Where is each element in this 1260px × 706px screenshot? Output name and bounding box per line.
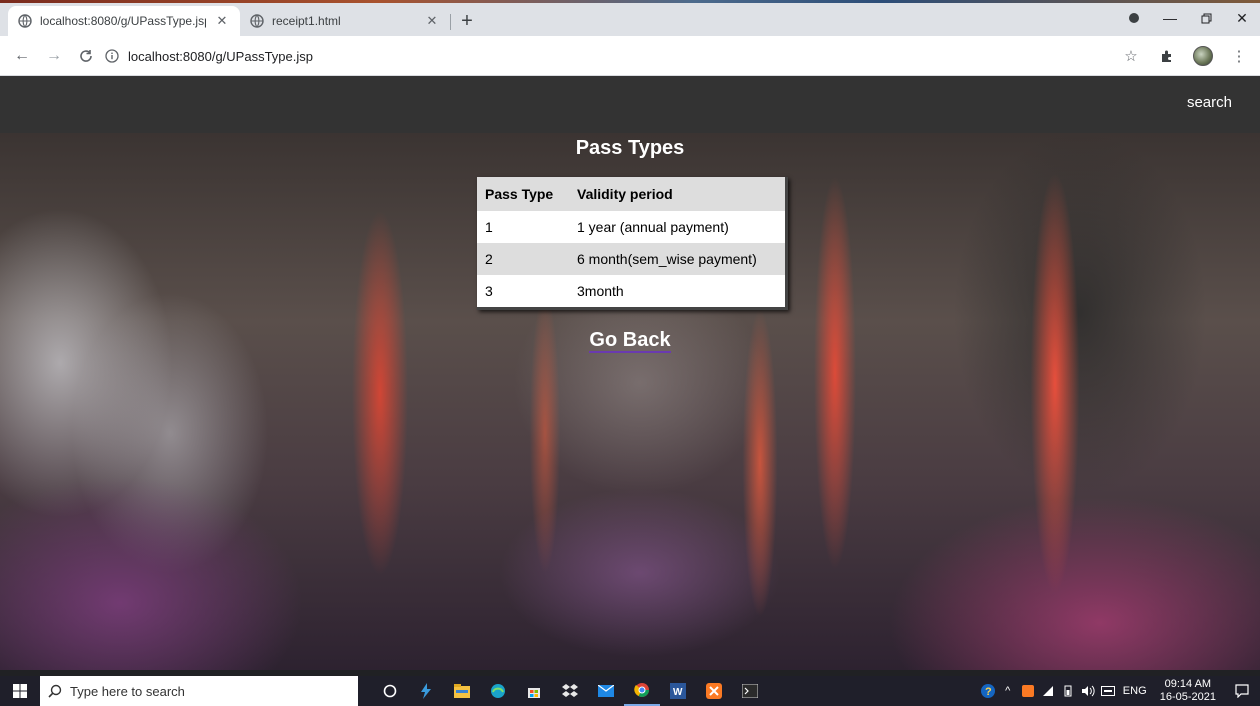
xampp-icon[interactable] [696, 676, 732, 706]
language-indicator[interactable]: ENG [1118, 676, 1152, 706]
profile-dot-icon[interactable] [1116, 0, 1152, 36]
close-icon[interactable]: ✕ [424, 13, 440, 29]
cell-pass-type: 1 [477, 211, 569, 243]
clock-time: 09:14 AM [1164, 678, 1212, 690]
tab-receipt1[interactable]: receipt1.html ✕ [240, 6, 450, 36]
extensions-puzzle-icon[interactable] [1156, 45, 1178, 67]
svg-text:W: W [673, 687, 683, 698]
help-question-icon[interactable]: ? [978, 676, 998, 706]
restore-icon[interactable] [1188, 0, 1224, 36]
dropbox-icon[interactable] [552, 676, 588, 706]
bookmark-star-icon[interactable]: ☆ [1120, 45, 1142, 67]
reload-icon[interactable] [74, 44, 98, 68]
taskbar-search-placeholder: Type here to search [70, 683, 185, 699]
notifications-icon[interactable] [1224, 676, 1260, 706]
page-viewport: search Pass Types Pass Type Validity per… [0, 76, 1260, 670]
search-link[interactable]: search [1187, 94, 1232, 111]
table-row: 3 3month [477, 275, 785, 307]
column-header-validity-period: Validity period [569, 177, 785, 211]
tab-title: receipt1.html [272, 14, 341, 28]
chrome-browser-icon[interactable] [624, 676, 660, 706]
battery-icon[interactable] [1058, 676, 1078, 706]
cell-pass-type: 3 [477, 275, 569, 307]
globe-icon [250, 14, 264, 28]
vscode-bolt-icon[interactable] [408, 676, 444, 706]
close-icon[interactable]: ✕ [214, 13, 230, 29]
browser-tabstrip: localhost:8080/g/UPassType.jsp ✕ receipt… [0, 0, 1260, 36]
minimize-icon[interactable]: — [1152, 0, 1188, 36]
window-controls: — ✕ [1116, 0, 1260, 36]
taskbar-clock[interactable]: 09:14 AM 16-05-2021 [1152, 678, 1224, 704]
pass-types-section: Pass Types Pass Type Validity period 1 1… [0, 133, 1260, 670]
chevron-up-icon[interactable]: ^ [998, 676, 1018, 706]
taskbar-search-box[interactable]: Type here to search [40, 676, 358, 706]
tab-separator [450, 14, 451, 30]
go-back-container: Go Back [0, 329, 1260, 353]
terminal-icon[interactable] [732, 676, 768, 706]
address-bar[interactable]: localhost:8080/g/UPassType.jsp [104, 42, 1104, 70]
toolbar-actions: ☆ ⋮ [1120, 44, 1250, 68]
menu-dots-icon[interactable]: ⋮ [1228, 45, 1250, 67]
top-navbar: search [0, 76, 1260, 133]
globe-icon [18, 14, 32, 28]
table-row: 2 6 month(sem_wise payment) [477, 243, 785, 275]
cell-validity-period: 3month [569, 275, 785, 307]
bus-background-image: Pass Types Pass Type Validity period 1 1… [0, 133, 1260, 670]
cell-pass-type: 2 [477, 243, 569, 275]
tabstrip-accent [0, 0, 1260, 3]
new-tab-button[interactable]: + [455, 9, 479, 33]
svg-text:?: ? [985, 686, 992, 698]
edge-browser-icon[interactable] [480, 676, 516, 706]
windows-taskbar: Type here to search W ? ^ ENG 09:14 AM 1… [0, 676, 1260, 706]
cell-validity-period: 1 year (annual payment) [569, 211, 785, 243]
wifi-icon[interactable] [1038, 676, 1058, 706]
info-icon[interactable] [104, 48, 120, 64]
table-header-row: Pass Type Validity period [477, 177, 785, 211]
word-app-icon[interactable]: W [660, 676, 696, 706]
go-back-link[interactable]: Go Back [589, 329, 671, 353]
tab-title: localhost:8080/g/UPassType.jsp [40, 14, 206, 28]
taskbar-apps: W [372, 676, 768, 706]
windows-start-icon[interactable] [0, 676, 40, 706]
pass-types-table-wrapper: Pass Type Validity period 1 1 year (annu… [477, 177, 788, 310]
pass-types-table: Pass Type Validity period 1 1 year (annu… [477, 177, 785, 307]
tab-upasstype[interactable]: localhost:8080/g/UPassType.jsp ✕ [8, 6, 240, 36]
mail-envelope-icon[interactable] [588, 676, 624, 706]
forward-arrow-icon[interactable]: → [42, 44, 66, 68]
cell-validity-period: 6 month(sem_wise payment) [569, 243, 785, 275]
search-icon [40, 676, 70, 706]
page-title: Pass Types [575, 137, 685, 159]
profile-avatar[interactable] [1192, 45, 1214, 67]
table-row: 1 1 year (annual payment) [477, 211, 785, 243]
file-explorer-icon[interactable] [444, 676, 480, 706]
clock-date: 16-05-2021 [1159, 691, 1216, 703]
browser-toolbar: ← → localhost:8080/g/UPassType.jsp ☆ ⋮ [0, 36, 1260, 76]
back-arrow-icon[interactable]: ← [10, 44, 34, 68]
volume-icon[interactable] [1078, 676, 1098, 706]
store-bag-icon[interactable] [516, 676, 552, 706]
cortana-circle-icon[interactable] [372, 676, 408, 706]
close-window-icon[interactable]: ✕ [1224, 0, 1260, 36]
column-header-pass-type: Pass Type [477, 177, 569, 211]
xampp-tray-icon[interactable] [1018, 676, 1038, 706]
keyboard-icon[interactable] [1098, 676, 1118, 706]
address-text: localhost:8080/g/UPassType.jsp [128, 48, 313, 64]
system-tray: ? ^ ENG 09:14 AM 16-05-2021 [978, 676, 1260, 706]
